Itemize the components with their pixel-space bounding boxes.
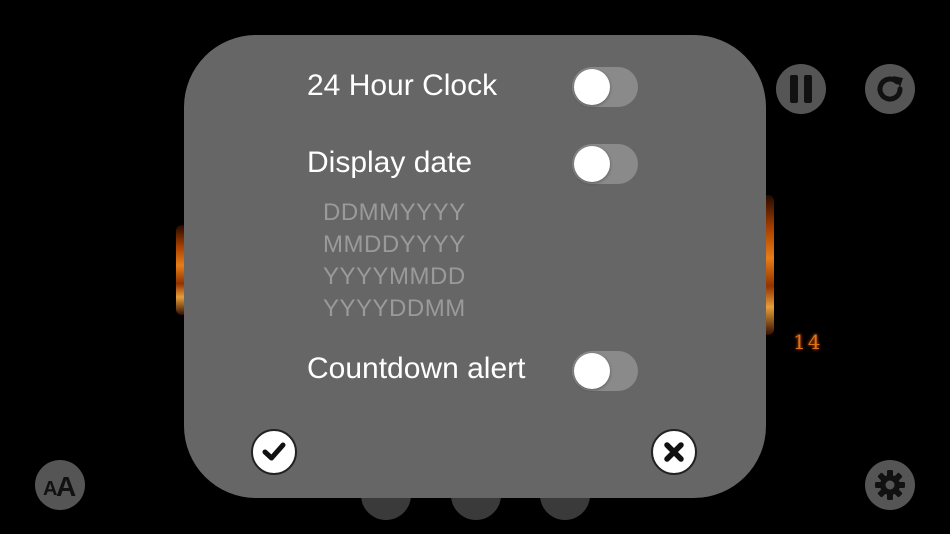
date-format-option[interactable]: DDMMYYYY xyxy=(323,197,466,229)
settings-dialog: 24 Hour Clock Display date DDMMYYYY MMDD… xyxy=(184,35,766,498)
date-format-option[interactable]: YYYYDDMM xyxy=(323,293,466,325)
reload-button[interactable] xyxy=(865,64,915,114)
date-format-option[interactable]: MMDDYYYY xyxy=(323,229,466,261)
gear-icon xyxy=(875,470,905,500)
clock-24h-label: 24 Hour Clock xyxy=(307,69,498,102)
toggle-knob xyxy=(574,353,610,389)
date-format-option[interactable]: YYYYMMDD xyxy=(323,261,466,293)
pause-icon xyxy=(790,75,812,103)
countdown-alert-label: Countdown alert xyxy=(307,352,526,385)
reload-icon xyxy=(877,76,903,102)
x-icon xyxy=(664,442,684,462)
date-format-list: DDMMYYYY MMDDYYYY YYYYMMDD YYYYDDMM xyxy=(323,197,466,325)
display-date-toggle[interactable] xyxy=(572,144,638,184)
pause-button[interactable] xyxy=(776,64,826,114)
svg-text:A: A xyxy=(56,471,76,500)
font-size-icon: A A xyxy=(43,471,76,500)
toggle-knob xyxy=(574,146,610,182)
settings-button[interactable] xyxy=(865,460,915,510)
toggle-knob xyxy=(574,69,610,105)
font-size-button[interactable]: A A xyxy=(35,460,85,510)
clock-24h-toggle[interactable] xyxy=(572,67,638,107)
checkmark-icon xyxy=(262,442,286,461)
cancel-button[interactable] xyxy=(651,429,697,475)
display-date-label: Display date xyxy=(307,146,473,179)
confirm-button[interactable] xyxy=(251,429,297,475)
app-screen: 14 A A 24 Hour Clock Display date DDMMYY… xyxy=(0,0,950,534)
countdown-alert-toggle[interactable] xyxy=(572,351,638,391)
countdown-digits: 14 xyxy=(793,330,823,354)
